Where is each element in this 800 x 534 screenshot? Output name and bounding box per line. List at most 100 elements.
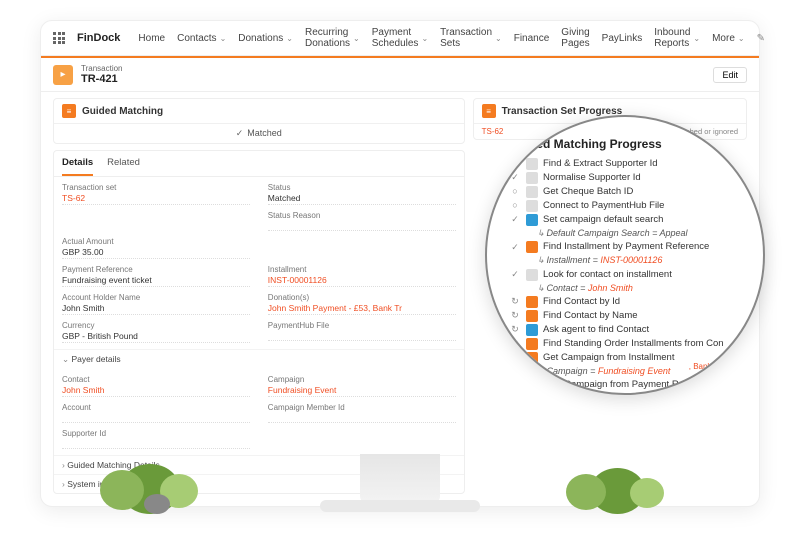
chevron-down-icon: ⌄	[495, 34, 502, 43]
chevron-down-icon: ⌄	[286, 34, 293, 43]
chevron-down-icon: ⌄	[693, 34, 700, 43]
progress-steps: ○Find & Extract Supporter Id✓Normalise S…	[509, 157, 745, 395]
check-icon: ✓	[509, 241, 521, 253]
chevron-down-icon: ⌄	[353, 34, 360, 43]
field-contact: ContactJohn Smith	[62, 375, 250, 397]
nav-home[interactable]: Home	[138, 33, 165, 44]
step-badge-icon	[526, 296, 538, 308]
app-brand: FinDock	[77, 32, 120, 44]
field-status-reason: Status Reason	[268, 211, 456, 231]
guided-matching-panel: ≡ Guided Matching Matched	[53, 98, 465, 144]
step-badge-icon	[526, 172, 538, 184]
transaction-icon: ▸	[53, 65, 73, 85]
details-panel: Details Related Transaction setTS-62 Sta…	[53, 150, 465, 494]
step-label: Find & Extract Supporter Id	[543, 158, 658, 170]
progress-step: ↻Find Contact by Name	[509, 309, 745, 323]
record-object-label: Transaction	[81, 64, 123, 73]
nav-transaction-sets[interactable]: Transaction Sets⌄	[440, 27, 502, 49]
nav-more[interactable]: More⌄	[712, 33, 745, 44]
progress-step: ✓ Normalise Supporter Id	[509, 171, 745, 185]
step-badge-icon	[526, 214, 538, 226]
step-label: Set campaign default search	[543, 214, 663, 226]
record-title: TR-421	[81, 73, 123, 85]
tab-related[interactable]: Related	[107, 151, 140, 176]
skip-icon: ↻	[509, 324, 521, 336]
step-badge-icon	[526, 186, 538, 198]
step-badge-icon	[526, 200, 538, 212]
progress-substep: ↳Default Campaign Search = Appeal	[509, 227, 745, 240]
field-paymenthub-file: PaymentHub File	[268, 321, 456, 343]
step-label: Ask agent to find Contact	[543, 324, 649, 336]
step-label: Look for contact on installment	[543, 269, 672, 281]
step-badge-icon	[526, 158, 538, 170]
step-label: Find Standing Order Installments from Co…	[543, 338, 724, 350]
edit-nav-icon[interactable]: ✎	[757, 33, 765, 44]
progress-step: ○ Get Cheque Batch ID	[509, 185, 745, 199]
step-badge-icon	[526, 310, 538, 322]
step-label: Get Campaign from Installment	[543, 352, 674, 364]
nav-payment-schedules[interactable]: Payment Schedules⌄	[372, 27, 428, 49]
skip-icon: ↻	[509, 296, 521, 308]
nav-finance[interactable]: Finance	[514, 33, 550, 44]
step-label: Normalise Supporter Id	[543, 172, 641, 184]
record-header: ▸ Transaction TR-421 Edit	[41, 58, 759, 92]
field-currency: CurrencyGBP - British Pound	[62, 321, 250, 343]
nav-paylinks[interactable]: PayLinks	[602, 33, 643, 44]
step-label: Get Cheque Batch ID	[543, 186, 633, 198]
check-icon: ✓	[509, 269, 521, 281]
field-status: StatusMatched	[268, 183, 456, 205]
progress-step: ○Find & Extract Supporter Id	[509, 157, 745, 171]
field-payment-reference: Payment ReferenceFundraising event ticke…	[62, 265, 250, 287]
nav-donations[interactable]: Donations⌄	[238, 33, 293, 44]
field-campaign: CampaignFundraising Event	[268, 375, 456, 397]
progress-substep: ↳Contact = John Smith	[509, 282, 745, 295]
nav-contacts[interactable]: Contacts⌄	[177, 33, 226, 44]
panel-title: Guided Matching	[82, 106, 163, 117]
progress-step: ✓ Look for contact on installment	[509, 268, 745, 282]
check-icon: ✓	[509, 172, 521, 184]
nav-recurring-donations[interactable]: Recurring Donations⌄	[305, 27, 360, 49]
field-actual-amount: Actual AmountGBP 35.00	[62, 237, 250, 259]
chevron-down-icon: ⌄	[220, 34, 227, 43]
global-nav: FinDock Home Contacts⌄ Donations⌄ Recurr…	[41, 21, 759, 56]
check-icon: ✓	[509, 214, 521, 226]
progress-step: ✓ Set campaign default search	[509, 213, 745, 227]
step-label: Find Contact by Id	[543, 296, 620, 308]
step-badge-icon	[526, 324, 538, 336]
field-account: Account	[62, 403, 250, 423]
progress-step: ↻Find Standing Order Installments from C…	[509, 337, 745, 351]
decorative-bush	[100, 444, 220, 514]
progress-substep: ↳Installment = INST-00001126	[509, 254, 745, 267]
zoom-callout: Guided Matching Progress ○Find & Extract…	[485, 115, 765, 395]
panel-title: Transaction Set Progress	[502, 106, 623, 117]
field-donations: Donation(s)John Smith Payment - £53, Ban…	[268, 293, 456, 315]
panel-icon: ≡	[482, 104, 496, 118]
monitor-stand	[360, 454, 440, 504]
chevron-down-icon: ⌄	[421, 34, 428, 43]
tab-details[interactable]: Details	[62, 151, 93, 176]
app-launcher-icon[interactable]	[53, 32, 65, 44]
progress-step: ↻ Find Contact by Id	[509, 295, 745, 309]
truncated-text: , Bank Transfer	[689, 362, 743, 371]
circle-icon: ○	[509, 200, 521, 212]
decorative-bush	[560, 444, 680, 514]
edit-button[interactable]: Edit	[713, 67, 747, 83]
progress-link[interactable]: TS-62	[482, 127, 504, 136]
step-label: Find Contact by Name	[543, 310, 638, 322]
step-badge-icon	[526, 269, 538, 281]
panel-icon: ≡	[62, 104, 76, 118]
field-installment: InstallmentINST-00001126	[268, 265, 456, 287]
field-campaign-member: Campaign Member Id	[268, 403, 456, 423]
step-label: Find Installment by Payment Reference	[543, 241, 709, 253]
progress-step: ○Connect to PaymentHub File	[509, 199, 745, 213]
step-badge-icon	[526, 338, 538, 350]
section-payer-details[interactable]: Payer details	[54, 349, 464, 369]
progress-step: ↻ Ask agent to find Contact	[509, 323, 745, 337]
nav-giving-pages[interactable]: Giving Pages	[561, 27, 589, 49]
field-transaction-set: Transaction setTS-62	[62, 183, 250, 205]
nav-inbound-reports[interactable]: Inbound Reports⌄	[654, 27, 700, 49]
field-account-holder: Account Holder NameJohn Smith	[62, 293, 250, 315]
chevron-down-icon: ⌄	[738, 34, 745, 43]
matched-status: Matched	[54, 124, 464, 143]
circle-icon: ○	[509, 186, 521, 198]
